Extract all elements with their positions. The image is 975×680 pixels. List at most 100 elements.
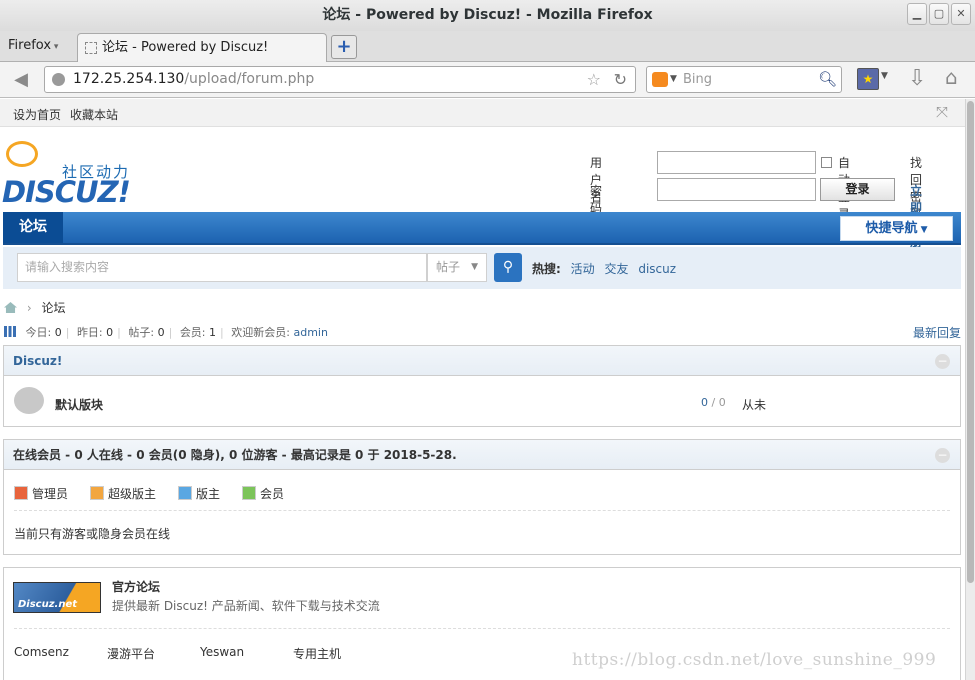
latest-replies-link[interactable]: 最新回复 <box>913 324 961 341</box>
moderator-user-icon <box>178 486 192 500</box>
collapse-arrows-icon[interactable]: ⤧ <box>936 103 948 121</box>
chevron-down-icon[interactable]: ▼ <box>881 71 888 81</box>
chevron-down-icon: ▾ <box>51 42 59 52</box>
globe-icon <box>52 73 65 86</box>
nav-tab-forum[interactable]: 论坛 <box>3 212 63 243</box>
username-input[interactable] <box>657 151 816 174</box>
hot-term-link[interactable]: 交友 <box>604 262 628 276</box>
window-title-bar: 论坛 - Powered by Discuz! - Mozilla Firefo… <box>0 0 975 31</box>
search-type-value: 帖子 <box>436 260 461 274</box>
forum-category-box: Discuz! − 默认版块 0 / 0 从未 <box>3 345 961 427</box>
bookmarks-menu-icon[interactable]: ★ <box>857 68 879 90</box>
welcome-label: 欢迎新会员: <box>231 326 290 339</box>
site-top-bar: 设为首页 收藏本站 ⤧ <box>0 99 965 127</box>
main-nav-bar: 论坛 快捷导航 ▼ <box>3 212 961 245</box>
reload-icon[interactable]: ↻ <box>614 67 627 92</box>
password-label: 密码 <box>590 184 603 215</box>
search-icon[interactable]: 🔍︎ <box>818 67 837 92</box>
search-icon: ⚲ <box>502 259 514 275</box>
speech-bubble-icon <box>6 141 38 167</box>
legend-member: 会员 <box>242 485 284 502</box>
super-moderator-user-icon <box>90 486 104 500</box>
firefox-menu-button[interactable]: Firefox ▾ <box>8 38 58 53</box>
discuz-logo[interactable]: 社区动力 DISCUZ! <box>2 139 142 209</box>
download-arrow-icon[interactable]: ⇩ <box>908 66 926 91</box>
today-label: 今日: <box>25 326 52 339</box>
site-search-input[interactable]: 请输入搜索内容 <box>17 253 427 282</box>
search-engine-placeholder: Bing <box>683 72 713 87</box>
password-input[interactable] <box>657 178 816 201</box>
member-user-icon <box>242 486 256 500</box>
breadcrumb-separator-icon: › <box>26 301 32 315</box>
category-title[interactable]: Discuz! <box>4 346 960 376</box>
collapse-icon[interactable]: − <box>935 354 950 369</box>
forum-counts: 0 / 0 <box>701 396 726 409</box>
partner-link[interactable]: 专用主机 <box>293 645 341 662</box>
maximize-icon[interactable]: ▢ <box>929 3 949 25</box>
auto-login-checkbox[interactable] <box>821 157 832 168</box>
window-controls: ▁ ▢ ✕ <box>907 3 971 25</box>
csdn-watermark: https://blog.csdn.net/love_sunshine_999 <box>572 650 937 670</box>
official-forum-link[interactable]: 官方论坛 <box>112 578 160 595</box>
forum-stats: 今日: 0 | 昨日: 0 | 帖子: 0 | 会员: 1 | 欢迎新会员: admin… <box>4 324 964 340</box>
chevron-down-icon[interactable]: ▼ <box>670 67 677 92</box>
forum-post-count: 0 <box>718 396 726 409</box>
forum-name-link[interactable]: 默认版块 <box>55 396 103 413</box>
vertical-scrollbar[interactable] <box>965 99 975 680</box>
hot-term-link[interactable]: discuz <box>638 262 676 276</box>
online-members-title: 在线会员 - 0 人在线 - 0 会员(0 隐身), 0 位游客 - 最高记录是… <box>4 440 960 470</box>
close-window-icon[interactable]: ✕ <box>951 3 971 25</box>
today-count: 0 <box>54 326 62 339</box>
page-favicon-icon <box>85 42 97 54</box>
bing-logo-icon[interactable] <box>652 72 668 87</box>
forum-last-post: 从未 <box>742 398 767 412</box>
bookmark-site-link[interactable]: 收藏本站 <box>70 106 118 123</box>
firefox-menu-label: Firefox <box>8 38 52 53</box>
discuz-net-banner[interactable]: Discuz.net <box>13 582 101 613</box>
newest-member-link[interactable]: admin <box>293 326 327 339</box>
tab-bar: Firefox ▾ 论坛 - Powered by Discuz! + <box>0 31 975 62</box>
browser-tab-active[interactable]: 论坛 - Powered by Discuz! <box>77 33 327 62</box>
yesterday-count: 0 <box>106 326 114 339</box>
breadcrumb: › 论坛 <box>4 299 65 316</box>
set-homepage-link[interactable]: 设为首页 <box>13 106 61 123</box>
back-arrow-icon[interactable]: ◀ <box>6 67 36 93</box>
bookmark-star-icon[interactable]: ☆ <box>587 67 601 92</box>
url-host: 172.25.254.130 <box>73 71 185 87</box>
partner-link[interactable]: Comsenz <box>14 645 69 659</box>
search-type-select[interactable]: 帖子 ▼ <box>427 253 487 282</box>
navigation-toolbar: ◀ 172.25.254.130/upload/forum.php ☆ ↻ ▼ … <box>0 62 975 98</box>
new-tab-plus-icon[interactable]: + <box>331 35 357 59</box>
stats-chart-icon <box>4 326 16 337</box>
login-button[interactable]: 登录 <box>820 178 895 201</box>
collapse-icon[interactable]: − <box>935 448 950 463</box>
online-members-box: 在线会员 - 0 人在线 - 0 会员(0 隐身), 0 位游客 - 最高记录是… <box>3 439 961 555</box>
home-icon[interactable] <box>4 302 17 313</box>
quick-nav-label: 快捷导航 <box>865 221 918 236</box>
online-empty-message: 当前只有游客或隐身会员在线 <box>14 527 171 541</box>
posts-count: 0 <box>157 326 165 339</box>
chevron-down-icon: ▼ <box>471 262 478 272</box>
partner-link[interactable]: 漫游平台 <box>107 645 155 662</box>
legend-admin: 管理员 <box>14 485 68 502</box>
admin-user-icon <box>14 486 28 500</box>
divider <box>14 510 950 511</box>
home-icon[interactable]: ⌂ <box>945 65 958 89</box>
legend-label: 会员 <box>260 487 285 501</box>
scrollbar-thumb[interactable] <box>967 101 974 583</box>
site-search-bar: 请输入搜索内容 帖子 ▼ ⚲ 热搜: 活动 交友 discuz <box>3 247 961 289</box>
hot-search: 热搜: 活动 交友 discuz <box>532 260 676 277</box>
partner-link[interactable]: Yeswan <box>200 645 244 659</box>
legend-label: 版主 <box>196 487 221 501</box>
legend-moderator: 版主 <box>178 485 220 502</box>
divider <box>14 628 950 629</box>
minimize-icon[interactable]: ▁ <box>907 3 927 25</box>
hot-term-link[interactable]: 活动 <box>571 262 595 276</box>
url-bar[interactable]: 172.25.254.130/upload/forum.php ☆ ↻ <box>44 66 636 93</box>
tab-title: 论坛 - Powered by Discuz! <box>102 40 269 55</box>
site-search-button[interactable]: ⚲ <box>494 253 522 282</box>
window-title: 论坛 - Powered by Discuz! - Mozilla Firefo… <box>322 7 653 23</box>
legend-label: 管理员 <box>32 487 69 501</box>
browser-search-box[interactable]: ▼ Bing 🔍︎ <box>646 66 842 93</box>
quick-nav-button[interactable]: 快捷导航 ▼ <box>840 216 953 241</box>
